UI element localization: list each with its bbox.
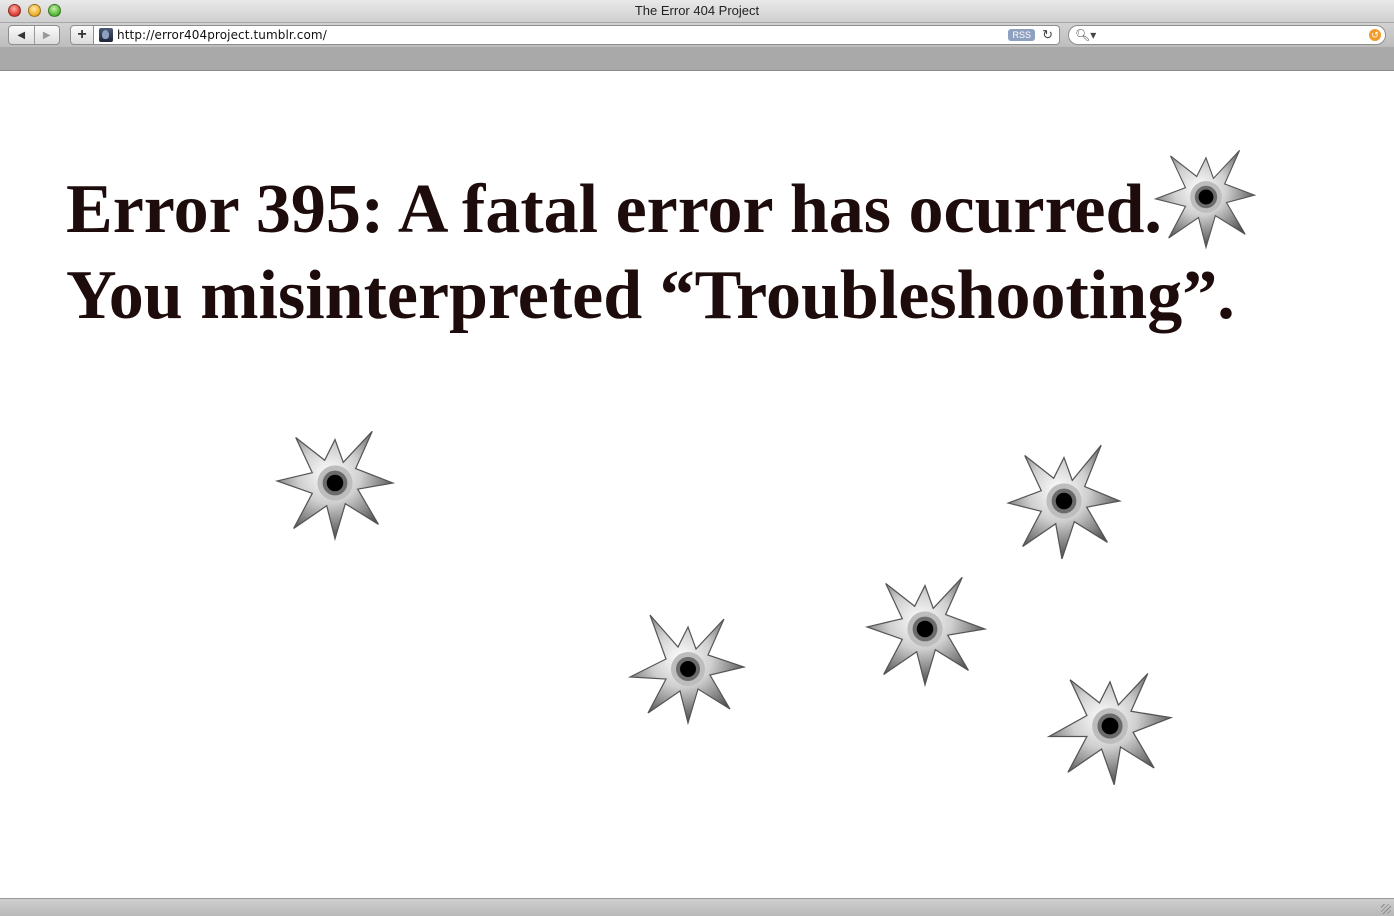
site-favicon-icon: [99, 28, 113, 42]
page-content: Error 395: A fatal error has ocurred. Yo…: [0, 71, 1394, 898]
resize-grip-icon[interactable]: [1381, 904, 1391, 914]
address-bar[interactable]: http://error404project.tumblr.com/ RSS ↻: [94, 25, 1060, 45]
forward-button[interactable]: ▶: [35, 26, 60, 44]
bullet-hole-icon: [1006, 444, 1122, 560]
bullet-hole-icon: [628, 614, 747, 726]
headline-line-2: You misinterpreted “Troubleshooting”.: [66, 257, 1235, 334]
snapback-icon[interactable]: ↺: [1369, 29, 1381, 41]
back-button[interactable]: ◀: [9, 26, 35, 44]
forward-arrow-icon: ▶: [42, 29, 51, 41]
url-text[interactable]: http://error404project.tumblr.com/: [117, 28, 327, 42]
toolbar-divider: [0, 47, 1394, 71]
search-icon[interactable]: 🔍︎▾: [1075, 28, 1096, 42]
bullet-hole-icon: [1153, 149, 1257, 250]
reload-icon[interactable]: ↻: [1042, 27, 1053, 43]
bullet-hole-icon: [274, 430, 396, 542]
rss-button[interactable]: RSS: [1008, 29, 1035, 41]
search-field[interactable]: 🔍︎▾ ↺: [1068, 25, 1386, 45]
browser-toolbar: ◀ ▶ + http://error404project.tumblr.com/…: [0, 23, 1394, 47]
back-arrow-icon: ◀: [17, 29, 26, 41]
add-bookmark-button[interactable]: +: [70, 25, 94, 45]
bullet-hole-icon: [864, 576, 988, 688]
window-title: The Error 404 Project: [634, 3, 760, 18]
window-titlebar: The Error 404 Project: [0, 0, 1394, 23]
bullet-hole-icon: [1046, 673, 1174, 786]
navigation-buttons: ◀ ▶: [8, 25, 60, 45]
plus-icon: +: [77, 26, 87, 43]
status-bar: [0, 898, 1394, 916]
